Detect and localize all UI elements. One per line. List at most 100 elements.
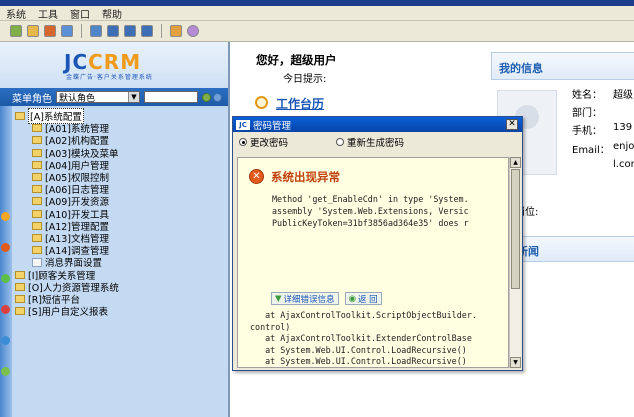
error-title: 系统出现异常 — [271, 170, 340, 184]
help-icon[interactable] — [187, 25, 199, 37]
shortcut-icons — [0, 190, 12, 376]
shortcut-icon[interactable] — [1, 212, 10, 221]
error-icon: ✕ — [249, 169, 264, 184]
menu-search-input[interactable] — [144, 91, 198, 103]
tools-icon[interactable] — [170, 25, 182, 37]
toolbar-separator — [81, 24, 82, 38]
folder-icon — [32, 185, 42, 194]
edit-icon[interactable] — [27, 25, 39, 37]
back-icon: ◉ — [348, 293, 356, 304]
folder-icon — [32, 233, 42, 242]
dialog-title: 密码管理 — [253, 120, 292, 132]
menu-window[interactable]: 窗口 — [64, 6, 96, 21]
error-message-line: Method 'get_EnableCdn' in type 'System. — [272, 194, 469, 204]
radio-change-label: 更改密码 — [250, 138, 289, 149]
radio-regenerate-password[interactable] — [336, 138, 345, 146]
folder-icon — [32, 136, 42, 145]
folder-icon — [15, 294, 25, 303]
folder-icon[interactable] — [44, 25, 56, 37]
clock-icon — [255, 96, 268, 109]
menu-system[interactable]: 系统 — [0, 6, 32, 21]
email-value-continued: l.com — [613, 159, 634, 170]
today-tip-label: 今日提示: — [283, 74, 327, 85]
folder-icon — [32, 148, 42, 157]
menu-tree: [A]系统配置 [A01]系统管理 [A02]机构配置 [A03]模块及菜单 [A04]… — [15, 108, 220, 319]
email-value: enjo — [613, 141, 634, 152]
folder-icon — [32, 221, 42, 230]
page-icon — [32, 257, 42, 267]
tree-item[interactable]: [S]用户自定义报表 — [15, 305, 220, 319]
folder-icon — [15, 270, 25, 279]
folder-icon — [32, 124, 42, 133]
folder-icon — [32, 160, 42, 169]
tile-horizontal-icon[interactable] — [107, 25, 119, 37]
work-calendar-link[interactable]: 工作台历 — [276, 95, 324, 112]
logo-area: JCCRM 金蝶广告·客户关系管理系统 — [0, 42, 228, 88]
shortcut-icon[interactable] — [1, 243, 10, 252]
error-scrollbar[interactable]: ▲ ▼ — [509, 157, 521, 368]
error-panel: ✕ 系统出现异常 Method 'get_EnableCdn' in type … — [237, 157, 509, 368]
logo: JCCRM — [64, 50, 142, 74]
shortcut-icon[interactable] — [1, 305, 10, 314]
menu-bar: 系统 工具 窗口 帮助 — [0, 6, 634, 21]
name-value: 超级 — [613, 90, 633, 101]
password-dialog: JC 密码管理 ✕ 更改密码 重新生成密码 ✕ 系统出现异常 Method 'g… — [232, 116, 523, 371]
role-select[interactable]: 默认角色 ▼ — [56, 91, 140, 104]
radio-change-password[interactable] — [239, 138, 247, 146]
stack-trace-line: control) — [250, 321, 291, 332]
error-details-button[interactable]: ▼ 详细错误信息 — [271, 292, 339, 305]
phone-label: 手机： — [572, 126, 602, 137]
role-label: 菜单角色 — [12, 93, 52, 105]
folder-icon — [32, 173, 42, 182]
folder-icon — [32, 246, 42, 255]
folder-icon — [32, 197, 42, 206]
app-icon: JC — [236, 119, 250, 130]
stack-trace-line: at System.Web.UI.Control.LoadRecursive() — [250, 367, 467, 368]
triangle-down-icon: ▼ — [275, 293, 282, 304]
cascade-icon[interactable] — [141, 25, 153, 37]
folder-icon — [15, 112, 25, 121]
error-actions: ▼ 详细错误信息 ◉ 返 回 — [271, 292, 382, 305]
save-icon[interactable] — [10, 25, 22, 37]
scroll-up-icon[interactable]: ▲ — [510, 157, 521, 168]
folder-icon — [32, 209, 42, 218]
email-label: Email： — [572, 145, 610, 156]
phone-value: 139 — [613, 122, 633, 133]
back-button[interactable]: ◉ 返 回 — [344, 292, 382, 305]
tree-item-label: [S]用户自定义报表 — [28, 307, 108, 319]
search-icon[interactable] — [213, 92, 222, 102]
stack-trace-line: at AjaxControlToolkit.ExtenderControlBas… — [250, 333, 472, 343]
folder-icon — [15, 282, 25, 291]
navigation-panel: JCCRM 金蝶广告·客户关系管理系统 菜单角色 默认角色 ▼ [A]系统配置[… — [0, 42, 228, 417]
scroll-down-icon[interactable]: ▼ — [510, 357, 521, 368]
toolbar — [0, 21, 634, 42]
greeting: 您好，超级用户 — [256, 53, 337, 67]
tile-vertical-icon[interactable] — [124, 25, 136, 37]
folder-icon — [15, 307, 25, 316]
panel-splitter[interactable] — [228, 42, 230, 417]
menu-tools[interactable]: 工具 — [32, 6, 64, 21]
shortcut-icon[interactable] — [1, 367, 10, 376]
stack-trace-line: at System.Web.UI.Control.LoadRecursive() — [250, 344, 467, 355]
stack-trace-line: at System.Web.UI.Control.LoadRecursive() — [250, 356, 467, 366]
name-label: 姓名： — [572, 90, 602, 101]
error-message-line: PublicKeyToken=31bf3856ad364e35' does r — [272, 218, 469, 228]
close-icon[interactable]: ✕ — [506, 119, 518, 130]
menu-help[interactable]: 帮助 — [96, 6, 128, 21]
shortcut-icon[interactable] — [1, 274, 10, 283]
department-label: 部门： — [572, 108, 602, 119]
error-message-line: assembly 'System.Web.Extensions, Versic — [272, 206, 469, 216]
my-info-title: 我的信息 — [499, 62, 543, 75]
dialog-title-bar[interactable]: JC 密码管理 ✕ — [233, 117, 522, 132]
window-icon[interactable] — [90, 25, 102, 37]
scroll-thumb[interactable] — [511, 169, 520, 289]
chevron-down-icon[interactable]: ▼ — [128, 92, 139, 102]
logo-subtitle: 金蝶广告·客户关系管理系统 — [66, 74, 153, 81]
stack-trace: at AjaxControlToolkit.ScriptObjectBuilde… — [238, 307, 508, 368]
shortcut-icon[interactable] — [1, 336, 10, 345]
radio-regenerate-label: 重新生成密码 — [347, 138, 405, 149]
print-icon[interactable] — [61, 25, 73, 37]
stack-trace-line: at AjaxControlToolkit.ScriptObjectBuilde… — [250, 310, 477, 320]
refresh-icon[interactable] — [202, 92, 211, 102]
role-bar: 菜单角色 默认角色 ▼ — [0, 88, 228, 106]
